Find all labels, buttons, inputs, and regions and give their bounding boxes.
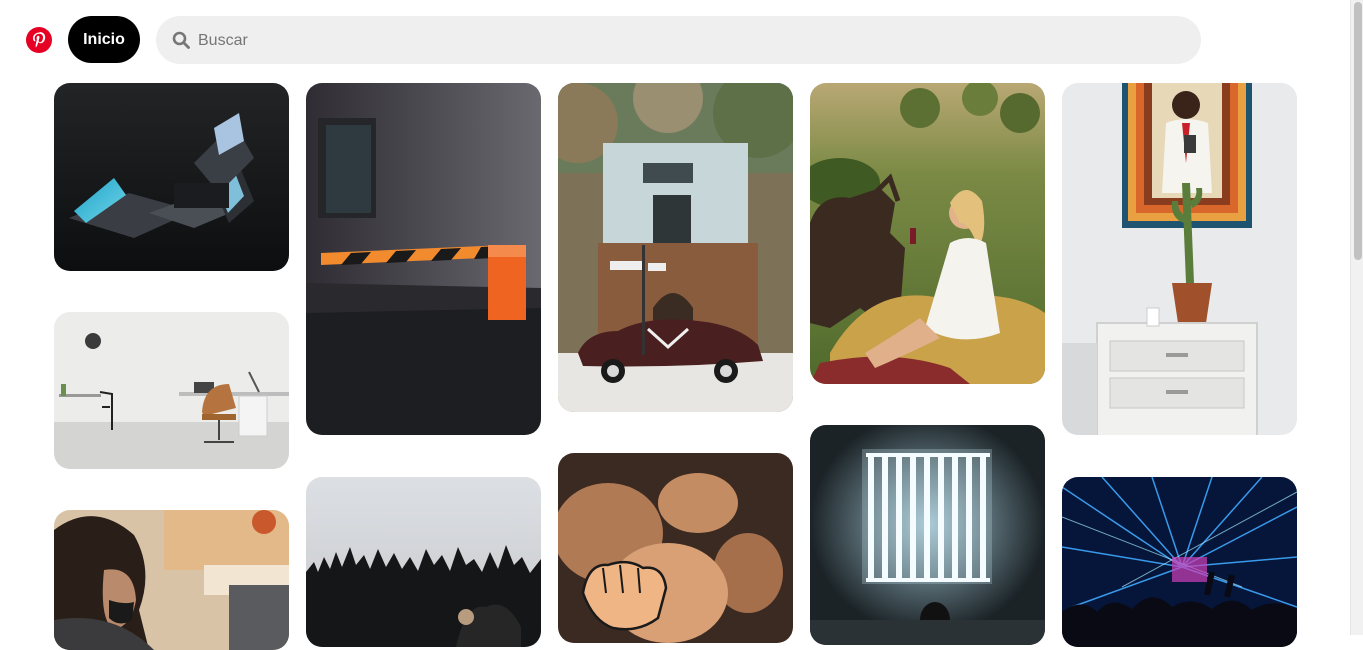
pin-cactus-painting[interactable] [1062,83,1297,435]
pin-vintage-car-building[interactable] [558,83,793,412]
pin-image [810,83,1045,384]
pin-image [558,83,793,412]
pin-parking-barrier[interactable] [306,83,541,435]
top-navigation: Inicio [0,0,1350,80]
search-icon [172,31,190,49]
pin-image [1062,83,1297,435]
pin-image [810,425,1045,645]
pin-image [54,312,289,469]
scrollbar-thumb[interactable] [1354,2,1362,260]
pin-light-panel[interactable] [810,425,1045,645]
pin-concert-lasers[interactable] [1062,477,1297,647]
pin-woman-goat[interactable] [810,83,1045,384]
pin-image [306,477,541,647]
home-button[interactable]: Inicio [68,16,140,63]
page-scrollbar[interactable] [1350,0,1363,635]
pin-woman-curly-hair[interactable] [54,510,289,650]
pin-image [54,83,289,271]
search-input[interactable] [196,16,1190,66]
search-bar[interactable] [156,16,1201,66]
pin-image [306,83,541,435]
pin-image [1062,477,1297,647]
pin-image [558,453,793,643]
pin-forest[interactable] [306,477,541,647]
pin-laptops[interactable] [54,83,289,271]
pinterest-logo-icon[interactable] [26,27,52,53]
pin-image [54,510,289,650]
pin-office-desk[interactable] [54,312,289,469]
pin-fist-shadow[interactable] [558,453,793,643]
